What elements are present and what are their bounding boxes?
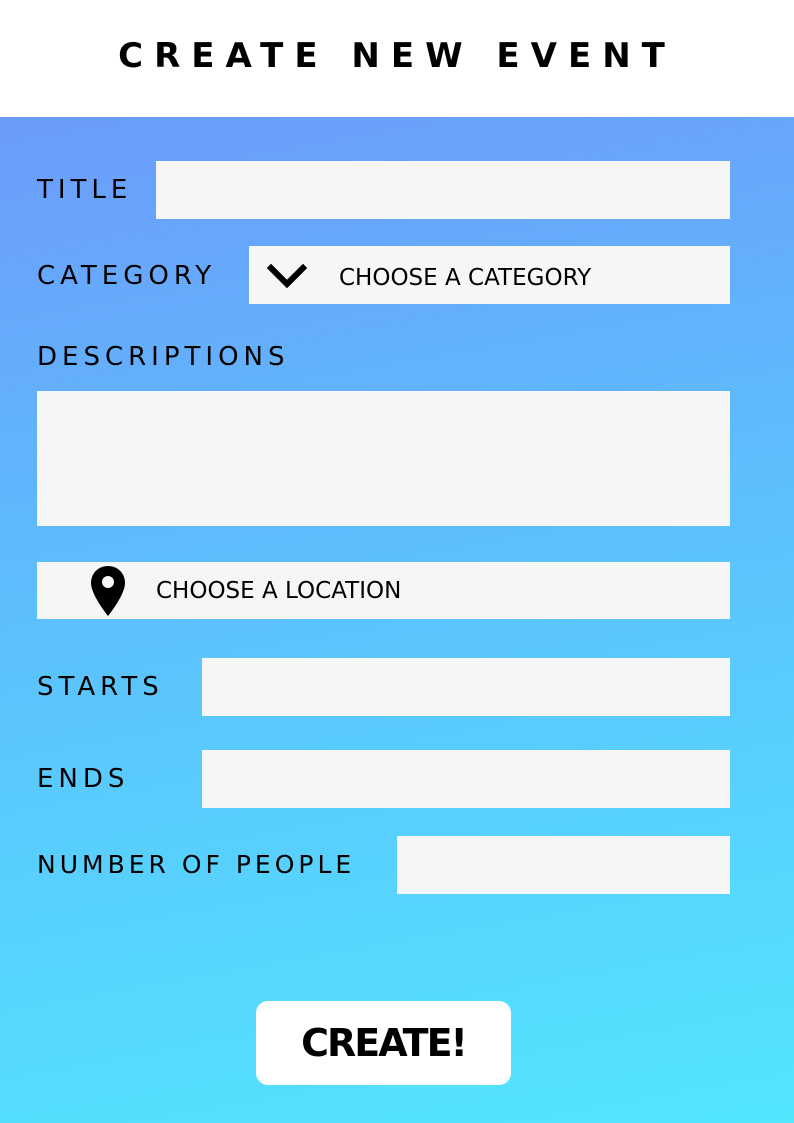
ends-input[interactable] bbox=[202, 750, 730, 808]
number-of-people-label: NUMBER OF PEOPLE bbox=[37, 850, 356, 879]
chevron-down-icon bbox=[267, 263, 307, 289]
title-input[interactable] bbox=[156, 161, 730, 219]
location-text: CHOOSE A LOCATION bbox=[156, 578, 402, 604]
ends-label: ENDS bbox=[37, 764, 130, 794]
location-picker[interactable]: CHOOSE A LOCATION bbox=[37, 562, 730, 619]
category-select[interactable]: CHOOSE A CATEGORY bbox=[249, 246, 730, 304]
starts-input[interactable] bbox=[202, 658, 730, 716]
number-of-people-input[interactable] bbox=[397, 836, 730, 894]
category-selected-value: CHOOSE A CATEGORY bbox=[339, 265, 592, 291]
category-label: CATEGORY bbox=[37, 261, 217, 291]
starts-label: STARTS bbox=[37, 672, 164, 702]
create-button[interactable]: CREATE! bbox=[256, 1001, 511, 1085]
page-title: CREATE NEW EVENT bbox=[118, 36, 676, 76]
page-header: CREATE NEW EVENT bbox=[0, 0, 794, 117]
descriptions-textarea[interactable] bbox=[37, 391, 730, 526]
descriptions-label: DESCRIPTIONS bbox=[37, 342, 290, 372]
title-label: TITLE bbox=[37, 175, 133, 205]
map-pin-icon bbox=[91, 566, 125, 616]
